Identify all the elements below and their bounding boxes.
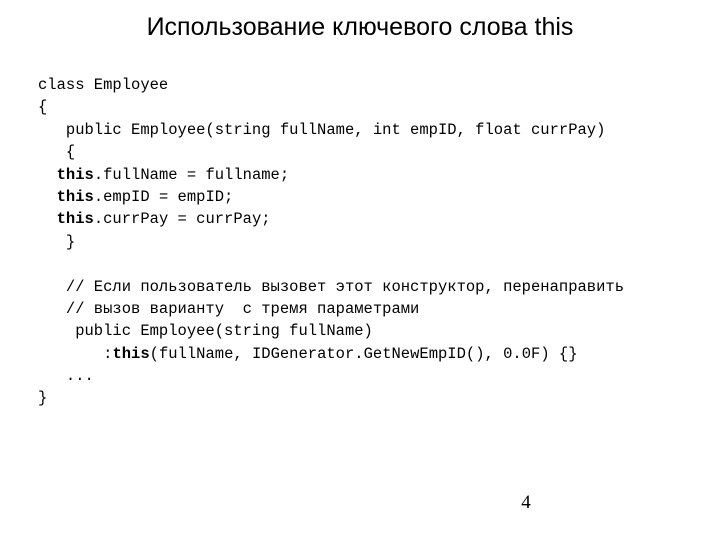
code-text: public Employee(string fullName, int emp… [65,120,606,139]
code-text: { [65,143,76,162]
code-line: this.currPay = currPay; [38,208,698,230]
code-text: } [65,232,76,251]
code-text: public Employee(string fullName) [65,322,373,341]
code-text: .currPay = currPay; [93,210,271,229]
code-block: class Employee { public Employee(string f… [38,74,698,410]
slide-canvas: Использование ключевого слова this class… [0,0,720,540]
slide-number: 4 [521,492,531,513]
code-line: } [38,387,698,409]
code-text: // Если пользователь вызовет этот констр… [65,277,624,296]
code-line: public Employee(string fullName, int emp… [38,119,698,141]
code-line: ... [38,365,698,387]
code-keyword-this: this [56,210,94,229]
code-text: (fullName, IDGenerator.GetNewEmpID(), 0.… [149,344,578,363]
code-line: // Если пользователь вызовет этот констр… [38,276,698,298]
code-line: public Employee(string fullName) [38,320,698,342]
code-line: } [38,231,698,253]
code-text: .empID = empID; [93,187,234,206]
code-line: :this(fullName, IDGenerator.GetNewEmpID(… [38,343,698,365]
code-line: this.fullName = fullname; [38,164,698,186]
code-keyword-this: this [112,344,150,363]
page-title: Использование ключевого слова this [146,13,574,41]
code-line: this.empID = empID; [38,186,698,208]
code-keyword-this: this [56,165,94,184]
code-line: // вызов варианту с тремя параметрами [38,298,698,320]
code-text: { [38,98,48,117]
code-line: class Employee [38,74,698,96]
code-text: } [38,389,48,408]
code-keyword-this: this [56,187,94,206]
code-text: ... [65,367,94,386]
code-line: { [38,141,698,163]
code-text: // вызов варианту с тремя параметрами [65,299,420,318]
code-text: .fullName = fullname; [93,165,290,184]
code-line: { [38,96,698,118]
code-text: class Employee [38,76,169,94]
